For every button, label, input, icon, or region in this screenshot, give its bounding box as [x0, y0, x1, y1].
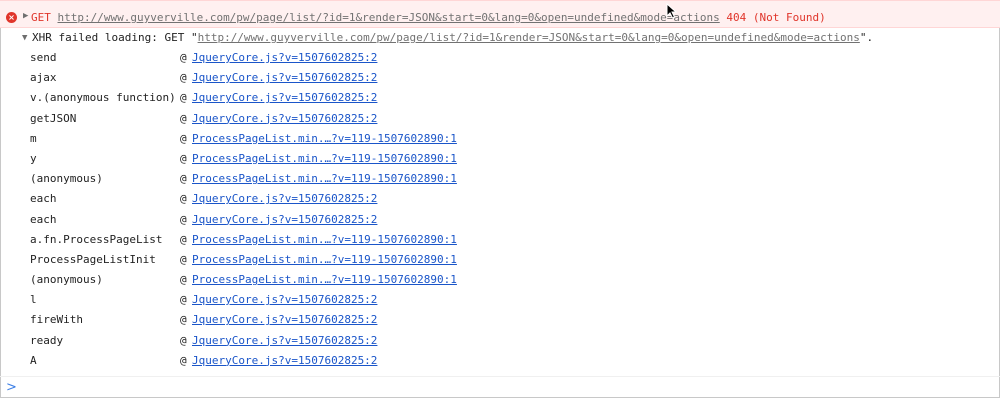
stack-function-name: getJSON [30, 111, 77, 125]
stack-source-link[interactable]: JqueryCore.js?v=1507602825:2 [192, 213, 377, 226]
call-stack: send @ JqueryCore.js?v=1507602825:2 ajax @ Jq… [30, 47, 630, 370]
stack-frame-row: (anonymous) @ ProcessPageList.min.…?v=119-… [30, 168, 630, 188]
stack-function-name: send [30, 51, 57, 64]
stack-at-symbol: @ [180, 111, 187, 125]
stack-function-name: a.fn.ProcessPageList [30, 232, 163, 246]
stack-frame-row: A @ JqueryCore.js?v=1507602825:2 [30, 350, 630, 370]
xhr-failed-message: XHR failed loading: GET "http://www.guyv… [32, 31, 873, 44]
stack-source-link[interactable]: ProcessPageList.min.…?v=119-1507602890:1 [192, 273, 457, 286]
error-method: GET [31, 11, 51, 24]
stack-function-name: ready [30, 333, 64, 347]
stack-at-symbol: @ [180, 192, 187, 206]
stack-source-link[interactable]: JqueryCore.js?v=1507602825:2 [192, 313, 377, 326]
stack-function-name: ProcessPageListInit [30, 252, 156, 266]
stack-at-symbol: @ [180, 333, 187, 347]
stack-frame-row: m @ ProcessPageList.min.…?v=119-1507602890… [30, 128, 630, 148]
stack-at-symbol: @ [180, 212, 187, 226]
stack-function-name: each [30, 212, 57, 226]
stack-source-link[interactable]: ProcessPageList.min.…?v=119-1507602890:1 [192, 132, 457, 145]
xhr-prefix: XHR failed loading: GET " [32, 31, 198, 44]
stack-source-link[interactable]: ProcessPageList.min.…?v=119-1507602890:1 [192, 253, 457, 266]
stack-source-link[interactable]: JqueryCore.js?v=1507602825:2 [192, 192, 377, 205]
expand-triangle-icon[interactable]: ▶ [23, 11, 28, 21]
stack-at-symbol: @ [180, 151, 187, 165]
stack-frame-row: send @ JqueryCore.js?v=1507602825:2 [30, 47, 630, 67]
stack-frame-row: y @ ProcessPageList.min.…?v=119-1507602890… [30, 148, 630, 168]
stack-function-name: each [30, 192, 57, 206]
stack-at-symbol: @ [180, 71, 187, 85]
mouse-pointer-icon [666, 3, 678, 19]
stack-at-symbol: @ [180, 313, 187, 327]
error-text: GET http://www.guyverville.com/pw/page/l… [31, 11, 826, 24]
stack-source-link[interactable]: ProcessPageList.min.…?v=119-1507602890:1 [192, 152, 457, 165]
stack-function-name: ajax [30, 71, 57, 85]
xhr-url-link[interactable]: http://www.guyverville.com/pw/page/list/… [198, 31, 860, 44]
stack-frame-row: getJSON @ JqueryCore.js?v=1507602825:2 [30, 108, 630, 128]
stack-at-symbol: @ [180, 273, 187, 287]
stack-source-link[interactable]: ProcessPageList.min.…?v=119-1507602890:1 [192, 172, 457, 185]
stack-source-link[interactable]: JqueryCore.js?v=1507602825:2 [192, 51, 377, 64]
stack-function-name: A [30, 353, 37, 367]
stack-frame-row: (anonymous) @ ProcessPageList.min.…?v=119-… [30, 269, 630, 289]
stack-frame-row: ajax @ JqueryCore.js?v=1507602825:2 [30, 67, 630, 87]
error-message-row[interactable]: × ▶ GET http://www.guyverville.com/pw/pa… [0, 0, 1000, 28]
stack-frame-row: v.(anonymous function) @ JqueryCore.js?v=1… [30, 87, 630, 107]
xhr-suffix: ". [859, 31, 874, 44]
error-icon: × [6, 12, 17, 23]
stack-function-name: (anonymous) [30, 273, 103, 287]
stack-frame-row: each @ JqueryCore.js?v=1507602825:2 [30, 188, 630, 208]
prompt-divider [0, 376, 1000, 377]
stack-source-link[interactable]: ProcessPageList.min.…?v=119-1507602890:1 [192, 233, 457, 246]
stack-frame-row: l @ JqueryCore.js?v=1507602825:2 [30, 289, 630, 309]
stack-source-link[interactable]: JqueryCore.js?v=1507602825:2 [192, 334, 377, 347]
collapse-triangle-icon[interactable]: ▼ [22, 33, 27, 43]
stack-frame-row: fireWith @ JqueryCore.js?v=1507602825:2 [30, 309, 630, 329]
stack-function-name: m [30, 131, 37, 145]
stack-source-link[interactable]: JqueryCore.js?v=1507602825:2 [192, 71, 377, 84]
stack-at-symbol: @ [180, 51, 187, 64]
stack-at-symbol: @ [180, 172, 187, 186]
stack-at-symbol: @ [180, 293, 187, 307]
stack-source-link[interactable]: JqueryCore.js?v=1507602825:2 [192, 91, 377, 104]
error-url-link[interactable]: http://www.guyverville.com/pw/page/list/… [58, 11, 720, 24]
stack-function-name: v.(anonymous function) [30, 91, 176, 105]
error-status: 404 (Not Found) [726, 11, 826, 24]
stack-at-symbol: @ [180, 353, 187, 367]
stack-at-symbol: @ [180, 91, 187, 105]
stack-at-symbol: @ [180, 252, 187, 266]
stack-frame-row: a.fn.ProcessPageList @ ProcessPageList.min… [30, 229, 630, 249]
stack-frame-row: ProcessPageListInit @ ProcessPageList.min.… [30, 249, 630, 269]
stack-source-link[interactable]: JqueryCore.js?v=1507602825:2 [192, 293, 377, 306]
stack-function-name: l [30, 293, 37, 307]
stack-source-link[interactable]: JqueryCore.js?v=1507602825:2 [192, 112, 377, 125]
stack-frame-row: ready @ JqueryCore.js?v=1507602825:2 [30, 330, 630, 350]
stack-at-symbol: @ [180, 131, 187, 145]
console-prompt-icon[interactable]: > [6, 380, 17, 395]
stack-source-link[interactable]: JqueryCore.js?v=1507602825:2 [192, 354, 377, 367]
stack-frame-row: each @ JqueryCore.js?v=1507602825:2 [30, 209, 630, 229]
stack-function-name: fireWith [30, 313, 83, 327]
stack-at-symbol: @ [180, 232, 187, 246]
stack-function-name: (anonymous) [30, 172, 103, 186]
stack-function-name: y [30, 151, 37, 165]
